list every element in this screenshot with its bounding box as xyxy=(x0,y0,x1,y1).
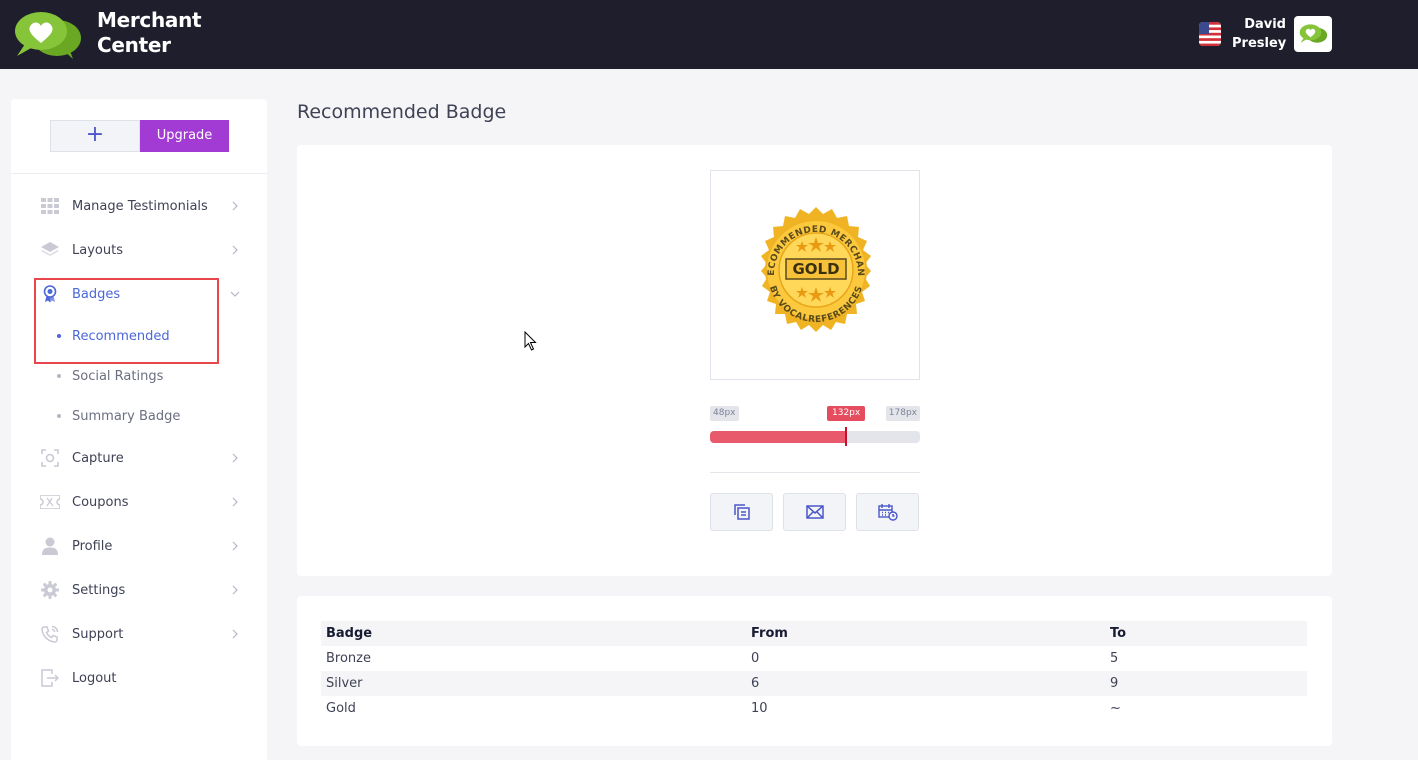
avatar[interactable] xyxy=(1294,16,1332,52)
email-button[interactable] xyxy=(783,493,846,531)
user-first-name: David xyxy=(1244,17,1286,32)
column-header-from: From xyxy=(751,626,788,641)
app-title-line2: Center xyxy=(97,33,171,57)
app-title-line1: Merchant xyxy=(97,8,202,32)
table-row: Silver 6 9 xyxy=(321,671,1307,696)
bullet-icon xyxy=(57,414,61,418)
sidebar-item-label: Settings xyxy=(72,582,126,598)
app-title: Merchant Center xyxy=(97,8,202,58)
sidebar-subitem-summary-badge[interactable]: Summary Badge xyxy=(57,406,180,426)
copy-code-button[interactable] xyxy=(710,493,773,531)
sidebar-subitem-label: Recommended xyxy=(72,328,170,344)
sidebar-subitem-label: Social Ratings xyxy=(72,368,164,384)
slider-min-label: 48px xyxy=(710,406,739,421)
schedule-button[interactable] xyxy=(856,493,919,531)
badge-preview: RECOMMENDED MERCHANT BY VOCALREFERENCES … xyxy=(710,170,920,380)
divider xyxy=(710,472,920,473)
sidebar-item-label: Layouts xyxy=(72,242,123,258)
table-header-row: Badge From To xyxy=(321,621,1307,646)
sidebar-item-label: Manage Testimonials xyxy=(72,198,208,214)
sidebar-item-label: Badges xyxy=(72,286,121,302)
table-row: Bronze 0 5 xyxy=(321,646,1307,671)
table-row: Gold 10 ~ xyxy=(321,696,1307,721)
slider-track[interactable] xyxy=(710,431,920,443)
capture-icon xyxy=(40,448,60,468)
sidebar-actions: + Upgrade xyxy=(50,120,229,152)
chevron-right-icon xyxy=(232,497,238,507)
sidebar-subitem-social-ratings[interactable]: Social Ratings xyxy=(57,366,163,386)
grid-icon xyxy=(40,196,60,216)
user-name[interactable]: David Presley xyxy=(1232,15,1286,53)
copy-icon xyxy=(733,504,750,520)
chevron-right-icon xyxy=(232,245,238,255)
sidebar-divider xyxy=(11,173,267,174)
table-cell: 5 xyxy=(1110,651,1119,666)
sidebar-item-badges[interactable]: Badges xyxy=(40,282,240,306)
sidebar-item-label: Logout xyxy=(72,670,117,686)
upgrade-button[interactable]: Upgrade xyxy=(140,120,229,152)
sidebar: + Upgrade Manage Testimonials Layouts Ba… xyxy=(11,99,267,760)
sidebar-item-manage-testimonials[interactable]: Manage Testimonials xyxy=(40,194,240,218)
chevron-right-icon xyxy=(232,629,238,639)
column-header-badge: Badge xyxy=(326,626,373,641)
phone-icon xyxy=(40,624,60,644)
chevron-right-icon xyxy=(232,541,238,551)
slider-max-label: 178px xyxy=(885,406,920,421)
badge-levels-card: Badge From To Bronze 0 5 Silver 6 9 Gold… xyxy=(297,596,1332,746)
chevron-right-icon xyxy=(232,201,238,211)
column-header-to: To xyxy=(1110,626,1127,641)
chevron-right-icon xyxy=(232,585,238,595)
table-cell: ~ xyxy=(1110,701,1121,716)
sidebar-item-logout[interactable]: Logout xyxy=(40,666,240,690)
bullet-icon xyxy=(57,334,61,338)
mouse-cursor-icon xyxy=(524,331,537,351)
gear-icon xyxy=(40,580,60,600)
top-navbar: Merchant Center David Presley xyxy=(0,0,1418,69)
layers-icon xyxy=(40,240,60,260)
sidebar-subitem-label: Summary Badge xyxy=(72,408,181,424)
slider-handle[interactable] xyxy=(845,427,847,446)
sidebar-item-support[interactable]: Support xyxy=(40,622,240,646)
calendar-icon xyxy=(877,504,898,521)
sidebar-subitem-recommended[interactable]: Recommended xyxy=(57,326,170,346)
logout-icon xyxy=(40,668,60,688)
table-cell: 9 xyxy=(1110,676,1119,691)
table-cell: Bronze xyxy=(326,651,371,666)
bullet-icon xyxy=(57,374,61,378)
add-button[interactable]: + xyxy=(50,120,140,152)
table-cell: Silver xyxy=(326,676,363,691)
chevron-down-icon xyxy=(230,291,240,297)
mail-icon xyxy=(805,505,824,519)
ticket-icon xyxy=(40,492,60,512)
table-cell: 6 xyxy=(751,676,760,691)
size-slider[interactable]: 48px 132px 178px xyxy=(710,403,920,446)
user-last-name: Presley xyxy=(1232,36,1287,51)
logo-icon[interactable] xyxy=(11,10,83,60)
sidebar-item-label: Capture xyxy=(72,450,124,466)
sidebar-item-label: Coupons xyxy=(72,494,129,510)
page-title: Recommended Badge xyxy=(297,101,507,123)
recommended-gold-badge-icon: RECOMMENDED MERCHANT BY VOCALREFERENCES … xyxy=(749,207,871,332)
sidebar-item-layouts[interactable]: Layouts xyxy=(40,238,240,262)
sidebar-item-profile[interactable]: Profile xyxy=(40,534,240,558)
chevron-right-icon xyxy=(232,453,238,463)
table-cell: Gold xyxy=(326,701,356,716)
sidebar-item-coupons[interactable]: Coupons xyxy=(40,490,240,514)
sidebar-item-settings[interactable]: Settings xyxy=(40,578,240,602)
slider-fill xyxy=(710,431,846,443)
slider-value-label: 132px xyxy=(827,406,866,421)
badge-preview-card: RECOMMENDED MERCHANT BY VOCALREFERENCES … xyxy=(297,145,1332,576)
user-icon xyxy=(40,536,60,556)
badge-levels-table: Badge From To Bronze 0 5 Silver 6 9 Gold… xyxy=(321,621,1307,721)
sidebar-item-capture[interactable]: Capture xyxy=(40,446,240,470)
sidebar-item-label: Support xyxy=(72,626,124,642)
us-flag-icon[interactable] xyxy=(1199,22,1221,46)
badge-center-text: GOLD xyxy=(792,260,839,278)
table-cell: 0 xyxy=(751,651,760,666)
table-cell: 10 xyxy=(751,701,768,716)
award-icon xyxy=(40,284,60,304)
sidebar-item-label: Profile xyxy=(72,538,113,554)
